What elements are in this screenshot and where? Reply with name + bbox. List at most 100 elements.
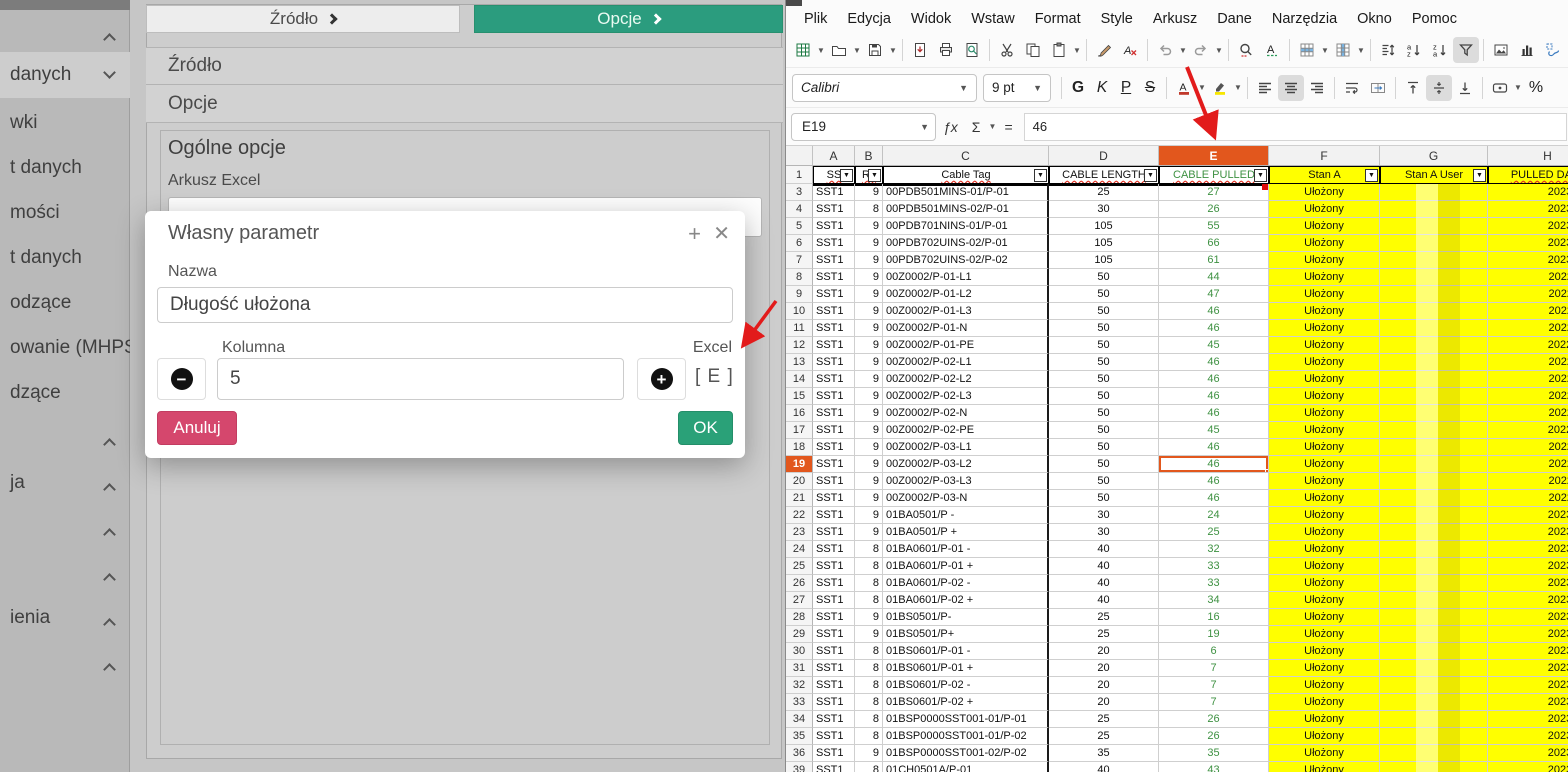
- cell-H4[interactable]: 2023-01-28: [1488, 201, 1568, 218]
- cell-H25[interactable]: 2023-01-18: [1488, 558, 1568, 575]
- cell-A35[interactable]: SST1: [813, 728, 855, 745]
- cell-A27[interactable]: SST1: [813, 592, 855, 609]
- cell-C34[interactable]: 01BSP0000SST001-01/P-01: [883, 711, 1049, 728]
- sum-icon[interactable]: Σ: [965, 119, 988, 135]
- row-header-27[interactable]: 27: [786, 592, 813, 609]
- sidebar-item[interactable]: [0, 558, 130, 588]
- cell-F29[interactable]: Ułożony: [1269, 626, 1380, 643]
- cell-C23[interactable]: 01BA0501/P +: [883, 524, 1049, 541]
- menu-dane[interactable]: Dane: [1207, 7, 1262, 31]
- cell-D13[interactable]: 50: [1049, 354, 1159, 371]
- cell-A33[interactable]: SST1: [813, 694, 855, 711]
- cell-A25[interactable]: SST1: [813, 558, 855, 575]
- wrap-text-icon[interactable]: [1339, 75, 1365, 101]
- name-input[interactable]: Długość ułożona: [157, 287, 733, 323]
- row-header-17[interactable]: 17: [786, 422, 813, 439]
- cell-B15[interactable]: 9: [855, 388, 883, 405]
- chevron-down-icon[interactable]: ▼: [1233, 75, 1243, 101]
- cell-G8[interactable]: [1380, 269, 1488, 286]
- header-cell-h[interactable]: PULLED DATE: [1488, 166, 1568, 184]
- cell-A11[interactable]: SST1: [813, 320, 855, 337]
- cell-B20[interactable]: 9: [855, 473, 883, 490]
- cell-H13[interactable]: 2022-11-26: [1488, 354, 1568, 371]
- cell-E30[interactable]: 6: [1159, 643, 1269, 660]
- column-header-d[interactable]: D: [1049, 146, 1159, 166]
- chevron-down-icon[interactable]: ▼: [920, 122, 929, 132]
- cell-D8[interactable]: 50: [1049, 269, 1159, 286]
- row-header-20[interactable]: 20: [786, 473, 813, 490]
- cell-F4[interactable]: Ułożony: [1269, 201, 1380, 218]
- cell-A10[interactable]: SST1: [813, 303, 855, 320]
- header-cell-a[interactable]: SS▼: [813, 166, 855, 184]
- accordion-source[interactable]: Źródło: [146, 47, 783, 85]
- clone-formatting-icon[interactable]: [1091, 37, 1117, 63]
- row-header-9[interactable]: 9: [786, 286, 813, 303]
- cell-F26[interactable]: Ułożony: [1269, 575, 1380, 592]
- autofilter-dropdown-icon[interactable]: ▼: [868, 169, 881, 182]
- sidebar-item-danych[interactable]: danych: [0, 52, 130, 98]
- cell-D22[interactable]: 30: [1049, 507, 1159, 524]
- cell-A16[interactable]: SST1: [813, 405, 855, 422]
- cell-D32[interactable]: 20: [1049, 677, 1159, 694]
- cell-A24[interactable]: SST1: [813, 541, 855, 558]
- row-header-1[interactable]: 1: [786, 166, 813, 184]
- cell-B33[interactable]: 8: [855, 694, 883, 711]
- cell-A4[interactable]: SST1: [813, 201, 855, 218]
- cell-E19[interactable]: 46: [1159, 456, 1269, 473]
- chevron-down-icon[interactable]: ▼: [987, 114, 997, 140]
- cell-F34[interactable]: Ułożony: [1269, 711, 1380, 728]
- center-vertically-icon[interactable]: [1426, 75, 1452, 101]
- cell-E24[interactable]: 32: [1159, 541, 1269, 558]
- cell-C29[interactable]: 01BS0501/P+: [883, 626, 1049, 643]
- cell-A21[interactable]: SST1: [813, 490, 855, 507]
- cell-H3[interactable]: 2023-04-28: [1488, 184, 1568, 201]
- cell-C32[interactable]: 01BS0601/P-02 -: [883, 677, 1049, 694]
- cell-H8[interactable]: 2022-11-26: [1488, 269, 1568, 286]
- paste-icon[interactable]: [1046, 37, 1072, 63]
- cell-B9[interactable]: 9: [855, 286, 883, 303]
- cell-G3[interactable]: [1380, 184, 1488, 201]
- row-header-30[interactable]: 30: [786, 643, 813, 660]
- cell-G9[interactable]: [1380, 286, 1488, 303]
- row-header-13[interactable]: 13: [786, 354, 813, 371]
- cell-A7[interactable]: SST1: [813, 252, 855, 269]
- menu-arkusz[interactable]: Arkusz: [1143, 7, 1207, 31]
- column-icon[interactable]: [1330, 37, 1356, 63]
- cell-C5[interactable]: 00PDB701NINS-01/P-01: [883, 218, 1049, 235]
- cell-B32[interactable]: 8: [855, 677, 883, 694]
- cell-B18[interactable]: 9: [855, 439, 883, 456]
- cell-A32[interactable]: SST1: [813, 677, 855, 694]
- undo-icon[interactable]: [1152, 37, 1178, 63]
- cell-E28[interactable]: 16: [1159, 609, 1269, 626]
- cell-D6[interactable]: 105: [1049, 235, 1159, 252]
- cell-F36[interactable]: Ułożony: [1269, 745, 1380, 762]
- cell-E31[interactable]: 7: [1159, 660, 1269, 677]
- row-header-16[interactable]: 16: [786, 405, 813, 422]
- print-preview-icon[interactable]: [959, 37, 985, 63]
- sidebar-item-owaniemhpse[interactable]: owanie (MHPSE): [0, 333, 130, 363]
- highlight-color-icon[interactable]: [1207, 75, 1233, 101]
- open-icon[interactable]: [826, 37, 852, 63]
- cell-H32[interactable]: 2023-01-18: [1488, 677, 1568, 694]
- align-bottom-icon[interactable]: [1452, 75, 1478, 101]
- cell-D11[interactable]: 50: [1049, 320, 1159, 337]
- cell-E21[interactable]: 46: [1159, 490, 1269, 507]
- sidebar-item-ienia[interactable]: ienia: [0, 603, 130, 633]
- cell-B17[interactable]: 9: [855, 422, 883, 439]
- sidebar-item-dzce[interactable]: dzące: [0, 378, 130, 408]
- cell-B12[interactable]: 9: [855, 337, 883, 354]
- row-header-34[interactable]: 34: [786, 711, 813, 728]
- cell-D31[interactable]: 20: [1049, 660, 1159, 677]
- cell-C8[interactable]: 00Z0002/P-01-L1: [883, 269, 1049, 286]
- cell-B27[interactable]: 8: [855, 592, 883, 609]
- cell-C25[interactable]: 01BA0601/P-01 +: [883, 558, 1049, 575]
- row-header-25[interactable]: 25: [786, 558, 813, 575]
- cell-F15[interactable]: Ułożony: [1269, 388, 1380, 405]
- cell-E4[interactable]: 26: [1159, 201, 1269, 218]
- row-header-33[interactable]: 33: [786, 694, 813, 711]
- autofilter-dropdown-icon[interactable]: ▼: [1473, 169, 1486, 182]
- sort-icon[interactable]: [1375, 37, 1401, 63]
- chevron-down-icon[interactable]: ▼: [1197, 75, 1207, 101]
- cell-E3[interactable]: 27: [1159, 184, 1269, 201]
- cell-H29[interactable]: 2023-01-19: [1488, 626, 1568, 643]
